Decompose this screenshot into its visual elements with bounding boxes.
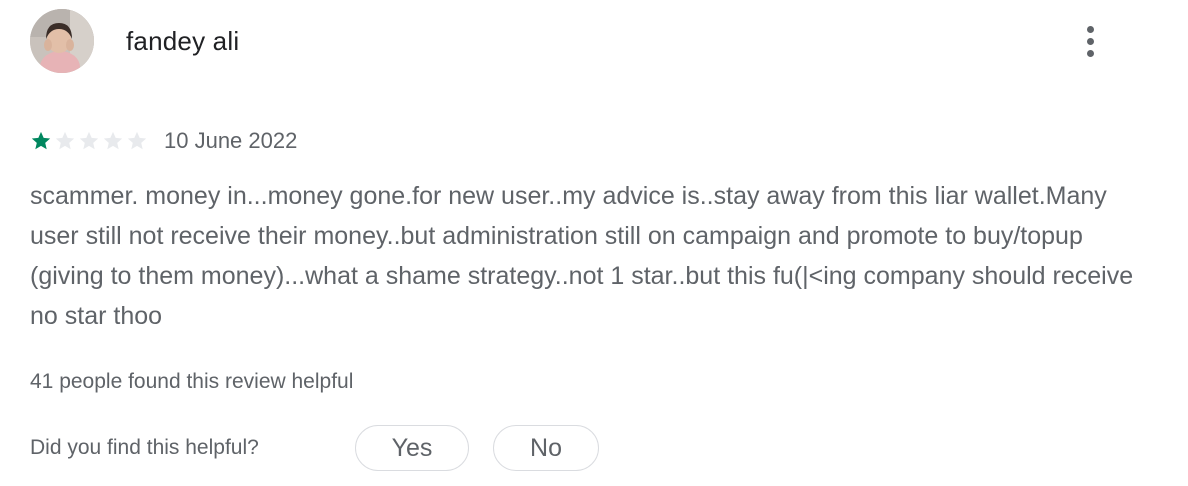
more-vertical-icon-dot (1086, 49, 1094, 57)
star-filled-icon (31, 131, 51, 150)
review-card: fandey ali 10 June 2022 scammer. money i… (0, 0, 1188, 486)
star-empty-icon (55, 131, 75, 150)
author-name: fandey ali (126, 26, 240, 56)
helpful-question: Did you find this helpful? (30, 436, 259, 459)
star-rating (30, 130, 148, 152)
review-text: scammer. money in...money gone.for new u… (30, 182, 1134, 330)
rating-row: 10 June 2022 (30, 126, 297, 156)
helpful-feedback: Did you find this helpful? Yes No (30, 424, 599, 472)
review-date: 10 June 2022 (164, 128, 298, 153)
star-empty-icon (79, 131, 99, 150)
more-options-button[interactable] (1072, 18, 1108, 64)
yes-button[interactable]: Yes (355, 425, 469, 471)
star-empty-icon (103, 131, 123, 150)
star-empty-icon (127, 131, 147, 150)
helpful-count: 41 people found this review helpful (30, 370, 354, 393)
avatar[interactable] (30, 9, 94, 73)
more-vertical-icon (1086, 25, 1094, 33)
user-avatar-photo (30, 9, 94, 73)
more-vertical-icon-dot (1086, 37, 1094, 45)
no-button[interactable]: No (493, 425, 599, 471)
